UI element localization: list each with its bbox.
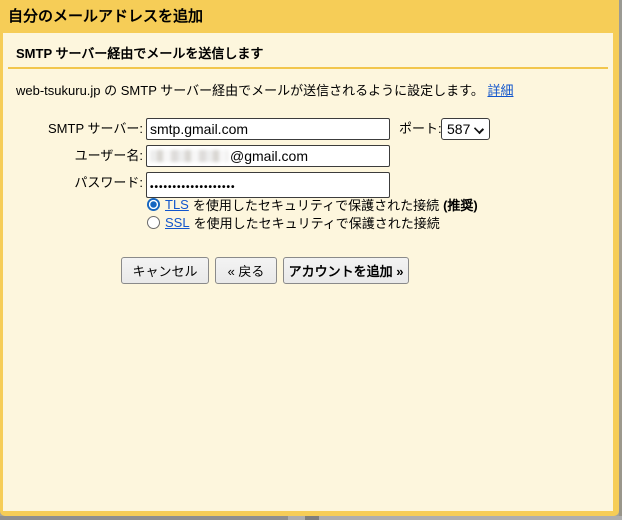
ssl-option-row: SSL を使用したセキュリティで保護された接続	[147, 214, 440, 231]
background-window-bottom-edge	[0, 516, 622, 520]
tls-link[interactable]: TLS	[165, 197, 189, 212]
smtp-server-input[interactable]	[146, 118, 390, 140]
ssl-link[interactable]: SSL	[165, 215, 190, 230]
tls-recommended-badge: (推奨)	[443, 198, 478, 213]
description-text: web-tsukuru.jp の SMTP サーバー経由でメールが送信されるよう…	[16, 80, 513, 99]
username-row: ユーザー名: @gmail.com	[3, 145, 613, 167]
tls-option-text: を使用したセキュリティで保護された接続	[192, 198, 440, 213]
password-label: パスワード:	[74, 175, 143, 190]
heading-divider	[8, 67, 608, 69]
dialog-title: 自分のメールアドレスを追加	[8, 8, 204, 25]
cancel-button[interactable]: キャンセル	[121, 257, 209, 284]
radio-button[interactable]	[147, 198, 160, 211]
tls-option-row: TLS を使用したセキュリティで保護された接続 (推奨)	[147, 196, 478, 213]
ssl-option-text: を使用したセキュリティで保護された接続	[193, 216, 440, 231]
add-account-button[interactable]: アカウントを追加 »	[283, 257, 409, 284]
section-heading: SMTP サーバー経由でメールを送信します	[16, 46, 264, 61]
screen: 自分のメールアドレスを追加 SMTP サーバー経由でメールを送信します web-…	[0, 0, 622, 520]
port-select[interactable]: 587	[441, 118, 490, 140]
port-label: ポート:	[399, 121, 442, 136]
username-label: ユーザー名:	[74, 148, 143, 163]
dialog-titlebar: 自分のメールアドレスを追加	[0, 0, 619, 33]
smtp-server-label: SMTP サーバー:	[48, 121, 143, 136]
back-button[interactable]: « 戻る	[215, 257, 277, 284]
background-scrollbar-thumb	[305, 516, 319, 520]
smtp-settings-panel: SMTP サーバー経由でメールを送信します web-tsukuru.jp の S…	[3, 33, 613, 511]
details-link[interactable]: 詳細	[487, 83, 513, 98]
radio-button[interactable]	[147, 216, 160, 229]
username-input[interactable]: @gmail.com	[146, 145, 390, 167]
add-email-dialog: 自分のメールアドレスを追加 SMTP サーバー経由でメールを送信します web-…	[0, 0, 619, 516]
username-suffix: @gmail.com	[230, 148, 309, 164]
smtp-server-row: SMTP サーバー: ポート: 587	[3, 118, 613, 140]
background-window-bottom-segment	[0, 516, 288, 520]
password-row: パスワード:	[3, 172, 613, 198]
redacted-username-blur	[150, 150, 228, 162]
description-body: web-tsukuru.jp の SMTP サーバー経由でメールが送信されるよう…	[16, 83, 484, 98]
chevron-down-icon	[473, 123, 485, 135]
port-selected-value: 587	[447, 121, 471, 137]
